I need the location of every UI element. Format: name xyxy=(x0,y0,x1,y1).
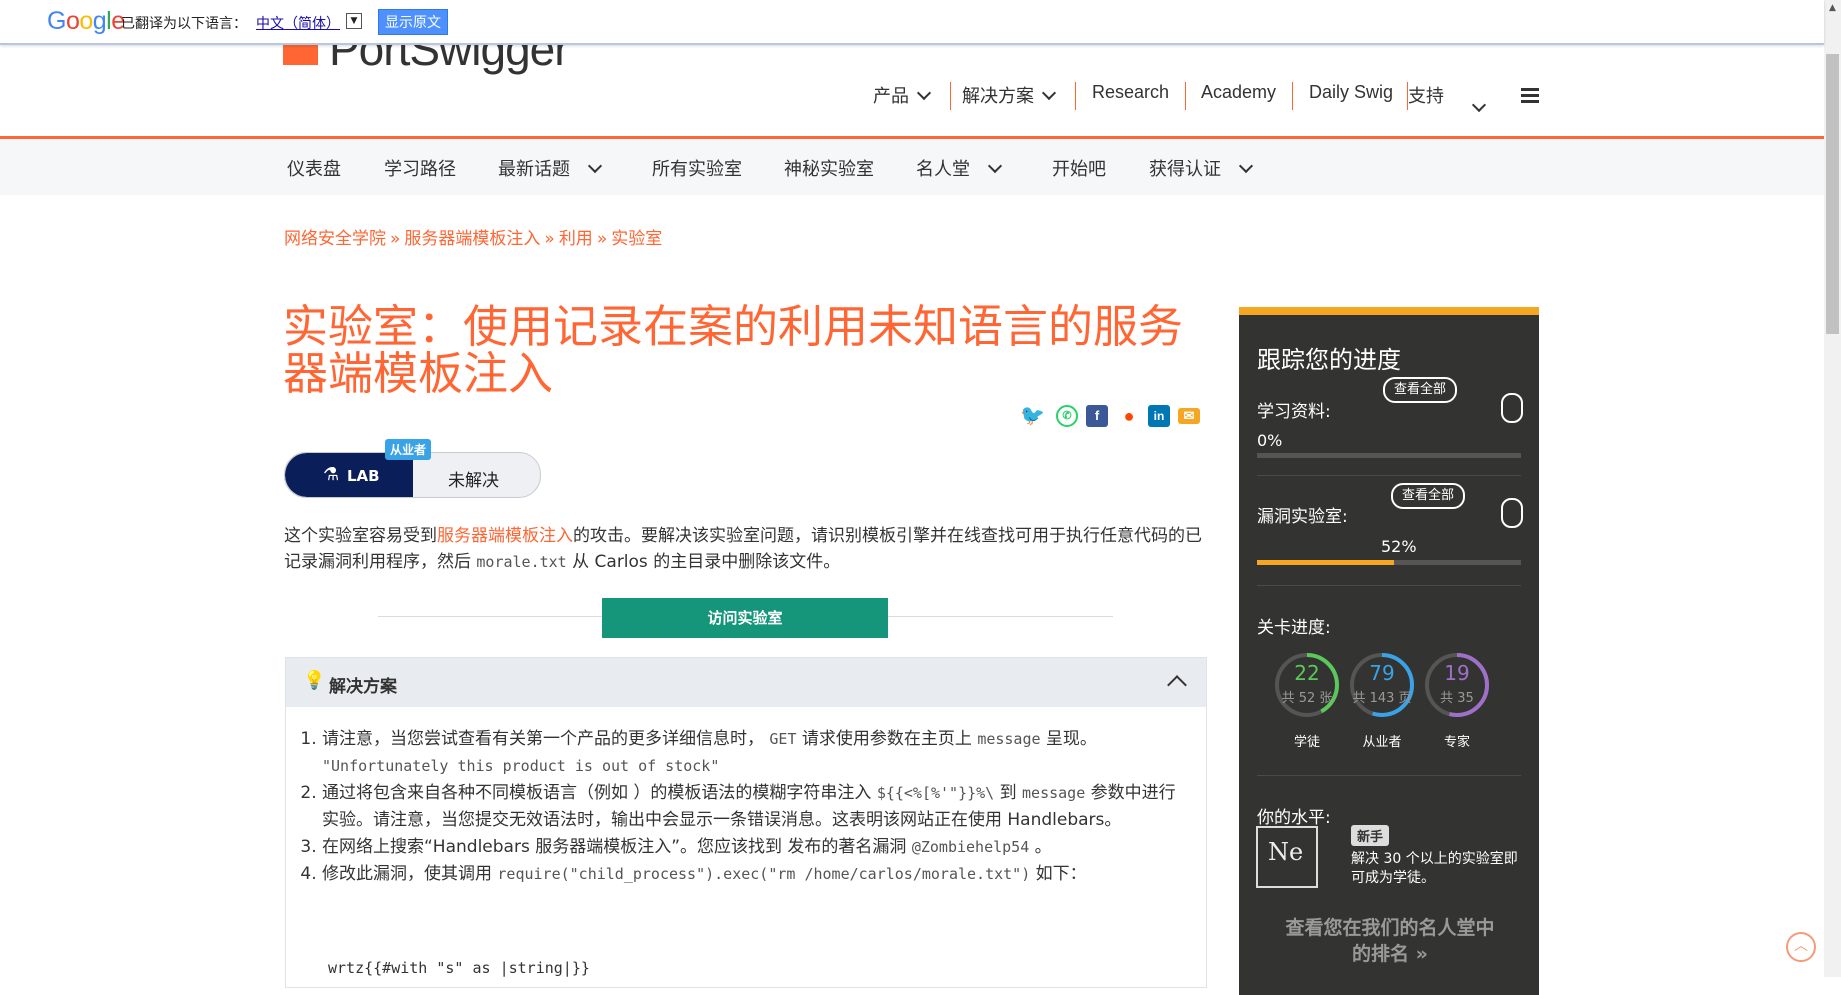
sidebar-divider xyxy=(1257,475,1521,476)
flask-icon: ⚗ xyxy=(323,464,340,485)
vuln-labs-label: 漏洞实验室: xyxy=(1257,507,1348,527)
breadcrumb-ssti[interactable]: 服务器端模板注入 xyxy=(404,229,540,249)
lab-description: 这个实验室容易受到服务器端模板注入的攻击。要解决该实验室问题，请识别模板引擎并在… xyxy=(284,526,1202,572)
subnav-latest-topics[interactable]: 最新话题 xyxy=(498,155,603,181)
exploit-code: wrtz{{#with "s" as |string|}} xyxy=(328,959,590,977)
your-level-label: 你的水平: xyxy=(1257,808,1331,828)
subnav-mystery-labs[interactable]: 神秘实验室 xyxy=(784,155,874,181)
progress-sidebar: 跟踪您的进度 学习资料: 查看全部 0% 漏洞实验室: 查看全部 52% 关卡进… xyxy=(1239,307,1539,995)
breadcrumb: 网络安全学院» 服务器端模板注入» 利用» 实验室 xyxy=(284,229,663,249)
nav-solutions[interactable]: 解决方案 xyxy=(962,82,1057,108)
lightbulb-icon: 💡 xyxy=(303,670,326,691)
level-description: 解决 30 个以上的实验室即可成为学徒。 xyxy=(1351,851,1518,886)
facebook-icon[interactable]: f xyxy=(1086,405,1108,427)
show-original-button[interactable]: 显示原文 xyxy=(378,9,448,35)
ssti-link[interactable]: 服务器端模板注入 xyxy=(437,526,573,546)
translate-dropdown-icon[interactable]: ▼ xyxy=(346,13,362,29)
solution-step: 修改此漏洞，使其调用 require("child_process").exec… xyxy=(322,861,1192,888)
subnav-learning-path[interactable]: 学习路径 xyxy=(384,155,456,181)
ring-level-label: 从业者 xyxy=(1362,735,1402,750)
sidebar-title: 跟踪您的进度 xyxy=(1257,346,1401,374)
access-lab-button[interactable]: 访问实验室 xyxy=(602,598,888,638)
ring-count: 22 xyxy=(1294,661,1320,685)
chevron-down-icon xyxy=(587,158,603,174)
academy-subnav: 仪表盘 学习路径 最新话题 所有实验室 神秘实验室 名人堂 开始吧 获得认证 xyxy=(0,139,1824,195)
reddit-icon[interactable]: ● xyxy=(1118,405,1140,427)
page-title: 实验室：使用记录在案的利用未知语言的服务器端模板注入 xyxy=(283,300,1184,400)
breadcrumb-exploiting[interactable]: 利用 xyxy=(559,229,593,249)
chevron-down-icon xyxy=(1041,85,1057,101)
ring-count: 79 xyxy=(1369,661,1395,685)
chevron-down-icon xyxy=(1238,158,1254,174)
chevron-down-icon xyxy=(916,85,932,101)
page-scrollbar[interactable]: ▲ xyxy=(1824,0,1841,977)
ring-level-label: 专家 xyxy=(1443,735,1470,750)
nav-products[interactable]: 产品 xyxy=(873,82,932,108)
learning-toggle-icon[interactable] xyxy=(1501,393,1523,423)
translate-bar: Google 已翻译为以下语言： 中文（简体） ▼ 显示原文 xyxy=(0,0,1824,45)
twitter-icon[interactable]: 🐦 xyxy=(1020,405,1045,427)
subnav-all-labs[interactable]: 所有实验室 xyxy=(652,155,742,181)
nav-research[interactable]: Research xyxy=(1092,82,1169,103)
linkedin-icon[interactable]: in xyxy=(1148,405,1170,427)
ring-total: 共 52 张 xyxy=(1281,691,1333,706)
learning-progress-bar xyxy=(1257,453,1521,458)
translate-label: 已翻译为以下语言： xyxy=(121,16,247,32)
labs-view-all-button[interactable]: 查看全部 xyxy=(1391,483,1466,509)
scroll-up-icon[interactable]: ▲ xyxy=(1824,0,1841,17)
nav-divider xyxy=(1292,82,1293,110)
solution-step: 通过将包含来自各种不同模板语言（例如 ）的模板语法的模糊字符串注入 ${{<%[… xyxy=(322,780,1192,834)
subnav-hall-of-fame[interactable]: 名人堂 xyxy=(916,155,1003,181)
solution-steps: 请注意，当您尝试查看有关第一个产品的更多详细信息时， GET 请求使用参数在主页… xyxy=(302,726,1192,888)
sidebar-divider xyxy=(1257,775,1521,776)
chevron-up-icon xyxy=(1167,675,1187,695)
email-icon[interactable]: ✉ xyxy=(1178,408,1200,424)
solution-toggle[interactable]: 💡 解决方案 xyxy=(285,657,1207,708)
learning-view-all-button[interactable]: 查看全部 xyxy=(1383,377,1458,403)
whatsapp-icon[interactable]: ✆ xyxy=(1056,405,1078,427)
chevron-down-icon[interactable] xyxy=(1471,97,1487,113)
labs-progress-fill xyxy=(1257,560,1395,565)
ring-count: 19 xyxy=(1444,661,1470,685)
hall-of-fame-link[interactable]: 查看您在我们的名人堂中的排名 » xyxy=(1280,915,1500,967)
learning-materials-label: 学习资料: xyxy=(1257,402,1331,422)
nav-divider xyxy=(950,82,951,110)
subnav-dashboard[interactable]: 仪表盘 xyxy=(287,155,341,181)
breadcrumb-lab[interactable]: 实验室 xyxy=(611,229,662,249)
filename-code: morale.txt xyxy=(476,553,567,571)
solution-step: 在网络上搜索“Handlebars 服务器端模板注入”。您应该找到 发布的著名漏… xyxy=(322,834,1192,861)
lab-level-badge: 从业者 xyxy=(385,439,432,460)
back-to-top-icon[interactable]: ︿ xyxy=(1786,932,1816,962)
labs-percent: 52% xyxy=(1381,537,1417,556)
solution-step: 请注意，当您尝试查看有关第一个产品的更多详细信息时， GET 请求使用参数在主页… xyxy=(322,726,1192,780)
ring-total: 共 143 页 xyxy=(1352,691,1412,706)
nav-divider xyxy=(1185,82,1186,110)
lab-status-text: 未解决 xyxy=(448,471,499,491)
nav-daily-swig[interactable]: Daily Swig xyxy=(1309,82,1393,103)
google-logo: Google xyxy=(47,7,125,35)
nav-support[interactable]: 支持 xyxy=(1408,82,1444,108)
level-badge-icon: Ne xyxy=(1256,826,1318,888)
scroll-thumb[interactable] xyxy=(1826,54,1839,334)
breadcrumb-academy[interactable]: 网络安全学院 xyxy=(284,229,386,249)
hamburger-menu-icon[interactable] xyxy=(1521,88,1539,106)
ring-level-label: 学徒 xyxy=(1293,735,1320,750)
labs-toggle-icon[interactable] xyxy=(1501,498,1523,528)
subnav-get-started[interactable]: 开始吧 xyxy=(1052,155,1106,181)
solution-heading: 解决方案 xyxy=(329,677,397,697)
level-tag: 新手 xyxy=(1351,825,1390,846)
learning-percent: 0% xyxy=(1257,431,1283,450)
ring-total: 共 35 xyxy=(1440,691,1474,706)
nav-academy[interactable]: Academy xyxy=(1201,82,1276,103)
chevron-down-icon xyxy=(987,158,1003,174)
translate-language-link[interactable]: 中文（简体） xyxy=(256,13,340,33)
subnav-get-certified[interactable]: 获得认证 xyxy=(1149,155,1254,181)
sidebar-divider xyxy=(1257,585,1521,586)
nav-divider xyxy=(1075,82,1076,110)
